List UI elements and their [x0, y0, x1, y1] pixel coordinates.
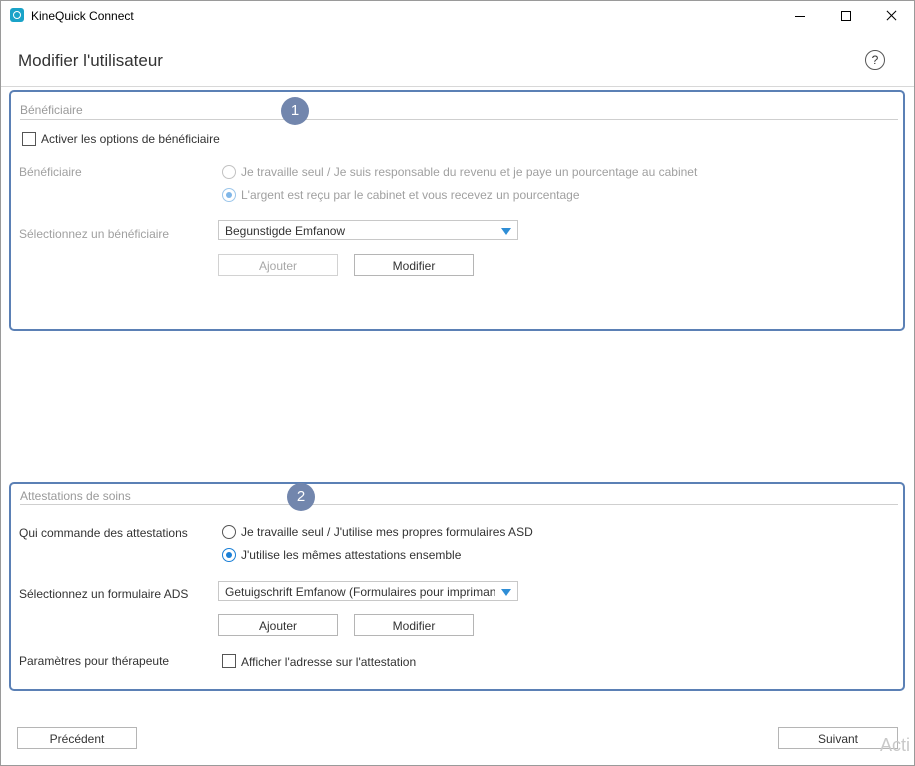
- care-attestations-section: Attestations de soins 2 Qui commande des…: [9, 482, 905, 691]
- beneficiary-dropdown-value: Begunstigde Emfanow: [225, 224, 346, 238]
- close-icon[interactable]: [868, 1, 914, 31]
- activate-beneficiary-checkbox[interactable]: [22, 132, 36, 146]
- radio-own-forms-label: Je travaille seul / J'utilise mes propre…: [241, 525, 533, 539]
- minimize-icon[interactable]: [777, 1, 823, 31]
- beneficiary-section: Bénéficiaire 1 Activer les options de bé…: [9, 90, 905, 331]
- section-legend: Attestations de soins: [20, 489, 131, 503]
- help-icon[interactable]: ?: [865, 50, 885, 70]
- edit-beneficiary-button[interactable]: Modifier: [354, 254, 474, 276]
- step-badge: 1: [281, 97, 309, 125]
- ads-form-dropdown-value: Getuigschrift Emfanow (Formulaires pour …: [225, 585, 495, 599]
- radio-own-forms[interactable]: [222, 525, 236, 539]
- activation-watermark: Acti: [880, 735, 911, 755]
- header-divider: [1, 86, 914, 87]
- window-title: KineQuick Connect: [31, 9, 134, 23]
- show-address-checkbox[interactable]: [222, 654, 236, 668]
- page-title: Modifier l'utilisateur: [18, 51, 163, 70]
- previous-button[interactable]: Précédent: [17, 727, 137, 749]
- show-address-label: Afficher l'adresse sur l'attestation: [241, 655, 417, 669]
- radio-cabinet-receives-label: L'argent est reçu par le cabinet et vous…: [241, 188, 580, 202]
- select-beneficiary-label: Sélectionnez un bénéficiaire: [19, 227, 170, 241]
- step-badge: 2: [287, 483, 315, 511]
- activate-beneficiary-label: Activer les options de bénéficiaire: [41, 132, 220, 146]
- app-window: KineQuick Connect Modifier l'utilisateur…: [0, 0, 915, 766]
- maximize-icon[interactable]: [823, 1, 869, 31]
- chevron-down-icon: [501, 589, 511, 596]
- add-form-button[interactable]: Ajouter: [218, 614, 338, 636]
- radio-shared-attestations[interactable]: [222, 548, 236, 562]
- edit-form-button[interactable]: Modifier: [354, 614, 474, 636]
- title-bar: KineQuick Connect: [1, 1, 914, 31]
- select-form-label: Sélectionnez un formulaire ADS: [19, 587, 189, 601]
- chevron-down-icon: [501, 228, 511, 235]
- add-beneficiary-button[interactable]: Ajouter: [218, 254, 338, 276]
- radio-shared-attestations-label: J'utilise les mêmes attestations ensembl…: [241, 548, 462, 562]
- section-divider: [20, 119, 898, 120]
- therapist-params-label: Paramètres pour thérapeute: [19, 654, 170, 668]
- section-legend: Bénéficiaire: [20, 103, 83, 117]
- kinequick-logo-icon: [10, 8, 24, 22]
- ads-form-dropdown[interactable]: Getuigschrift Emfanow (Formulaires pour …: [218, 581, 518, 601]
- radio-work-alone[interactable]: [222, 165, 236, 179]
- who-orders-label: Qui commande des attestations: [19, 526, 188, 540]
- section-divider: [20, 504, 898, 505]
- beneficiary-label: Bénéficiaire: [19, 165, 82, 179]
- radio-cabinet-receives[interactable]: [222, 188, 236, 202]
- beneficiary-dropdown[interactable]: Begunstigde Emfanow: [218, 220, 518, 240]
- radio-work-alone-label: Je travaille seul / Je suis responsable …: [241, 165, 698, 179]
